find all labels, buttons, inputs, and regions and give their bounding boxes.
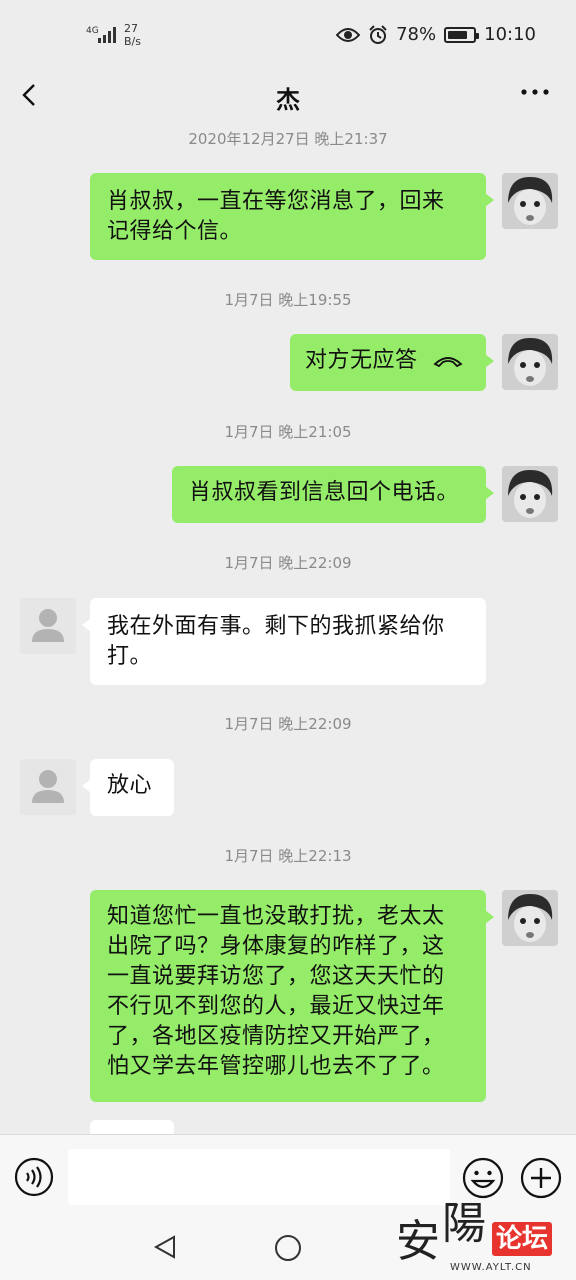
watermark-char: 安	[396, 1216, 440, 1267]
default-user-icon	[20, 759, 76, 815]
alarm-icon	[369, 24, 387, 44]
network-speed: 27 B/s	[124, 22, 141, 48]
voice-icon[interactable]	[14, 1157, 54, 1197]
watermark-url: WWW.AYLT.CN	[450, 1262, 532, 1273]
clock: 10:10	[484, 24, 536, 45]
my-avatar[interactable]	[502, 173, 558, 229]
plus-icon[interactable]	[520, 1157, 562, 1199]
child-avatar-icon	[502, 173, 558, 229]
default-user-icon	[20, 598, 76, 654]
child-avatar-icon	[502, 334, 558, 390]
contact-avatar[interactable]	[20, 598, 76, 654]
message-text: 我在外面有事。剩下的我抓紧给你 打。	[107, 614, 445, 669]
nav-back-icon[interactable]	[150, 1232, 180, 1262]
chat-title: 杰	[276, 86, 300, 114]
status-bar: 4G 27 B/s 78% 10:10	[0, 0, 576, 70]
signal-icon	[98, 27, 116, 43]
network-speed-value: 27	[124, 22, 138, 35]
message-timestamp: 1月7日 晚上22:09	[224, 554, 352, 572]
message-text: 知道您忙一直也没敢打扰，老太太 出院了吗？身体康复的咋样了，这 一直说要拜访您了…	[107, 904, 445, 1079]
message-bubble-incoming[interactable]: 我在外面有事。剩下的我抓紧给你 打。	[82, 598, 486, 685]
message-text: 对方无应答	[305, 348, 418, 373]
eye-icon	[336, 27, 361, 42]
watermark-char: 陽	[442, 1198, 486, 1249]
message-bubble-outgoing[interactable]: 肖叔叔看到信息回个电话。	[172, 466, 494, 523]
call-record-bubble[interactable]: 对方无应答	[290, 334, 494, 391]
child-avatar-icon	[502, 466, 558, 522]
more-options-icon[interactable]	[520, 86, 550, 98]
battery-fill	[448, 30, 467, 39]
battery-percent: 78%	[396, 24, 437, 45]
message-bubble-incoming[interactable]: 放心	[82, 759, 174, 816]
message-timestamp: 1月7日 晚上22:09	[224, 715, 352, 733]
message-bubble-outgoing[interactable]: 知道您忙一直也没敢打扰，老太太 出院了吗？身体康复的咋样了，这 一直说要拜访您了…	[90, 890, 494, 1102]
network-speed-unit: B/s	[124, 35, 141, 48]
chat-header: 杰	[0, 70, 576, 120]
battery-icon	[444, 26, 480, 43]
message-bubble-outgoing[interactable]: 肖叔叔，一直在等您消息了，回来 记得给个信。	[90, 173, 494, 260]
nav-home-icon[interactable]	[272, 1232, 304, 1264]
watermark-logo: 安 陽 论坛 WWW.AYLT.CN	[392, 1196, 572, 1280]
my-avatar[interactable]	[502, 466, 558, 522]
contact-avatar[interactable]	[20, 759, 76, 815]
message-timestamp: 2020年12月27日 晚上21:37	[188, 130, 388, 148]
message-timestamp: 1月7日 晚上22:13	[224, 847, 352, 865]
message-text: 肖叔叔看到信息回个电话。	[189, 480, 460, 505]
child-avatar-icon	[502, 890, 558, 946]
message-text: 放心	[107, 773, 153, 798]
message-text: 肖叔叔，一直在等您消息了，回来 记得给个信。	[107, 189, 445, 244]
watermark-badge: 论坛	[492, 1222, 553, 1256]
my-avatar[interactable]	[502, 334, 558, 390]
message-timestamp: 1月7日 晚上19:55	[224, 291, 352, 309]
status-icons: 78% 10:10	[336, 24, 536, 45]
my-avatar[interactable]	[502, 890, 558, 946]
message-timestamp: 1月7日 晚上21:05	[224, 423, 352, 441]
emoji-icon[interactable]	[462, 1157, 504, 1199]
network-type: 4G	[86, 26, 99, 36]
phone-hangup-icon	[432, 357, 463, 368]
